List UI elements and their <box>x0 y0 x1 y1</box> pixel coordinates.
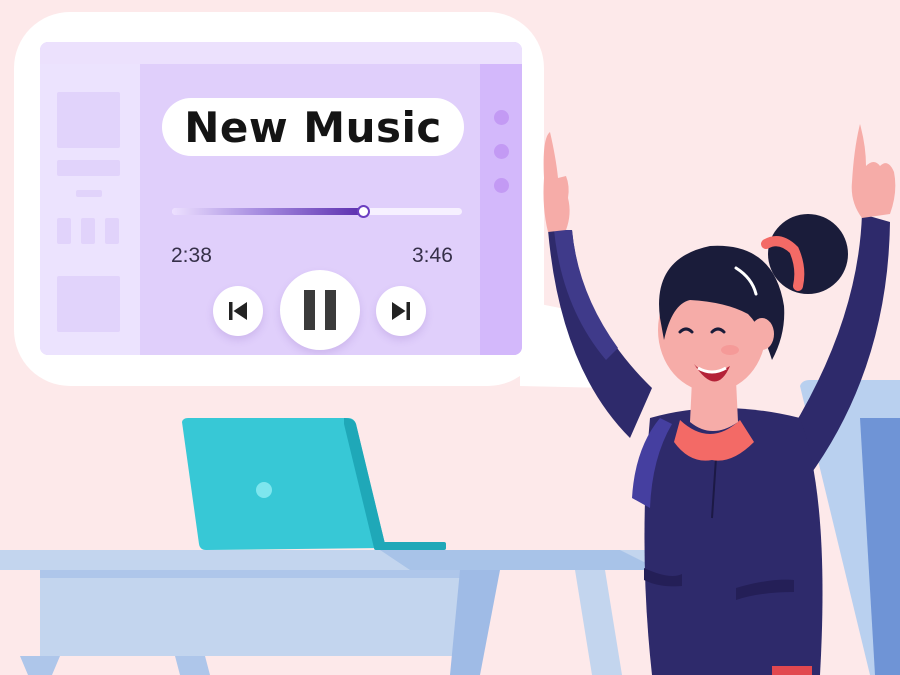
rail-dot-button[interactable] <box>494 144 509 159</box>
pause-button[interactable] <box>280 270 360 350</box>
window-topbar <box>40 42 522 64</box>
player-panel: New Music 2:38 3:46 <box>140 64 480 355</box>
sidebar-thumbnail <box>57 92 120 148</box>
right-rail <box>480 64 522 355</box>
total-time: 3:46 <box>412 244 453 267</box>
progress-handle[interactable] <box>357 205 371 218</box>
skip-next-icon <box>392 302 410 320</box>
sidebar-line <box>57 160 120 176</box>
cheering-woman-illustration <box>543 124 900 675</box>
next-track-button[interactable] <box>376 286 426 336</box>
progress-fill <box>172 208 364 215</box>
previous-track-button[interactable] <box>213 286 263 336</box>
sidebar-chip <box>57 218 71 244</box>
progress-bar[interactable] <box>172 205 462 218</box>
laptop-illustration <box>182 418 446 550</box>
sidebar-chip <box>105 218 119 244</box>
sidebar-placeholder <box>40 64 140 355</box>
skip-previous-icon <box>229 302 247 320</box>
illustration-scene: New Music 2:38 3:46 <box>0 0 900 675</box>
track-title: New Music <box>162 98 464 156</box>
elapsed-time: 2:38 <box>171 244 212 267</box>
rail-dot-button[interactable] <box>494 178 509 193</box>
sidebar-chip <box>81 218 95 244</box>
sidebar-thumbnail <box>57 276 120 332</box>
rail-dot-button[interactable] <box>494 110 509 125</box>
sidebar-line <box>76 190 102 197</box>
music-player-window: New Music 2:38 3:46 <box>40 42 522 355</box>
pause-icon <box>304 290 336 330</box>
